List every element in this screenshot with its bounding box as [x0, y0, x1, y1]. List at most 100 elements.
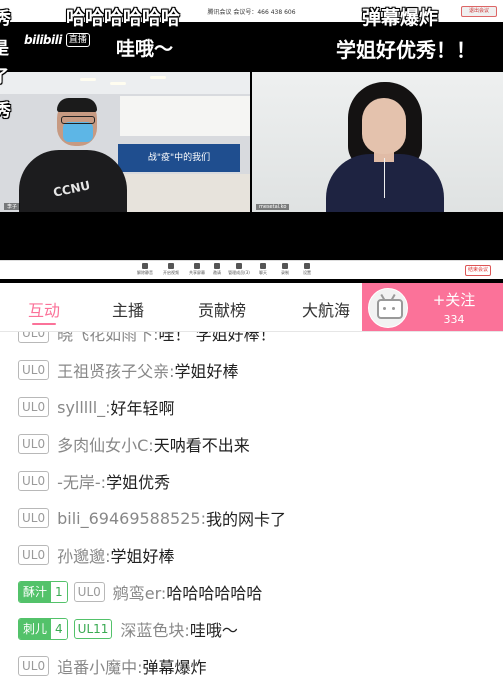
username-text: 王祖贤孩子父亲: [57, 362, 170, 381]
username[interactable]: 晓飞花如雨下:: [57, 332, 158, 345]
list-item: UL0 孙邈邈: 学姐好棒: [18, 544, 175, 566]
toolbar-label: 设置: [303, 270, 311, 275]
username[interactable]: sylllll_:: [57, 398, 110, 417]
user-level-badge: UL0: [18, 545, 50, 565]
fan-medal-name: 酥汁: [19, 582, 52, 602]
body: [326, 154, 444, 212]
message-text: 哈哈哈哈哈哈: [166, 584, 263, 603]
username[interactable]: bili_69469588525:: [57, 509, 206, 528]
username-text: -无岸-: [57, 473, 101, 492]
message-text: 学姐优秀: [106, 473, 171, 492]
toolbar-label: 录制: [281, 270, 289, 275]
toolbar-label: 开启视频: [163, 270, 179, 275]
tv-mascot-icon: [377, 299, 403, 319]
username[interactable]: 多肉仙女小C:: [57, 432, 154, 456]
fan-medal[interactable]: 酥汁 1: [18, 581, 68, 603]
danmaku-comment: 弹幕爆炸: [362, 7, 439, 29]
hair: [57, 98, 97, 112]
username[interactable]: 追番小魔中:: [57, 654, 142, 677]
pane-label-right: mesetal.ko: [256, 204, 290, 210]
danmaku-comment: 秀: [0, 9, 11, 29]
earphone-wire: [384, 158, 385, 198]
toolbar-item-chat: 聊天: [252, 263, 274, 276]
username-text: 孙邈邈: [57, 547, 106, 566]
danmaku-comment: 是: [0, 39, 9, 59]
username[interactable]: -无岸-:: [57, 469, 106, 493]
pane-label-left: 李子: [4, 203, 21, 210]
tab-anchor[interactable]: 主播: [112, 297, 144, 321]
username-text: 深蓝色块: [120, 621, 185, 640]
student-person: CCNU: [5, 98, 127, 212]
desk: [120, 174, 250, 212]
username-text: 鹓鸾er: [112, 584, 161, 603]
user-level-badge: UL0: [18, 360, 50, 380]
tab-underline: [32, 323, 56, 325]
user-level-badge: UL0: [18, 471, 50, 491]
video-pane-left: 战"疫"中的我们 CCNU 李子: [0, 72, 250, 212]
toolbar-label: 聊天: [259, 270, 267, 275]
list-item: UL0 bili_69469588525: 我的网卡了: [18, 507, 286, 529]
danmaku-comment: 哈哈哈哈哈哈: [66, 7, 181, 29]
chat-list[interactable]: UL0 晓飞花如雨下: 哇！ 学姐好棒！ UL0 王祖贤孩子父亲: 学姐好棒 U…: [0, 332, 503, 677]
meeting-end-button: 结束会议: [465, 265, 491, 276]
username[interactable]: 鹓鸾er:: [113, 580, 167, 604]
user-level-badge: UL11: [73, 619, 113, 639]
toolbar-item-video: 开启视频: [160, 263, 182, 276]
record-icon: [282, 263, 288, 269]
tab-guard[interactable]: 大航海: [302, 297, 350, 321]
face: [362, 98, 406, 154]
ceiling-light: [110, 82, 126, 85]
tv-eye: [383, 307, 386, 310]
toolbar-label: 管理成员(3): [228, 270, 250, 275]
message-text: 哇哦～: [189, 621, 238, 640]
banner: 战"疫"中的我们: [118, 144, 240, 172]
avatar[interactable]: [368, 288, 408, 328]
list-item: UL0 多肉仙女小C: 天呐看不出来: [18, 433, 250, 455]
list-item: UL0 sylllll_: 好年轻啊: [18, 396, 175, 418]
fan-medal-level: 1: [51, 582, 67, 602]
danmaku-comment: 学姐好优秀！！: [336, 38, 476, 62]
follow-button[interactable]: +关注 334: [362, 283, 503, 331]
tab-contribution[interactable]: 贡献榜: [198, 297, 246, 321]
mic-icon: [142, 263, 148, 269]
video-player[interactable]: 腾讯会议 会议号：466 438 606 退出会议 战"疫"中的我们 CCNU …: [0, 0, 503, 283]
live-badge: 直播: [65, 33, 90, 47]
toolbar-item-mute: 解除静音: [134, 263, 156, 276]
ceiling-light: [80, 78, 96, 81]
follow-label: +关注: [432, 291, 476, 309]
user-level-badge: UL0: [18, 332, 50, 343]
gear-icon: [304, 263, 310, 269]
user-level-badge: UL0: [18, 434, 50, 454]
message-text: 弹幕爆炸: [142, 658, 207, 677]
toolbar-item-members: 管理成员(3): [228, 263, 250, 276]
message-text: 天呐看不出来: [153, 436, 250, 455]
follower-count: 334: [443, 313, 465, 326]
message-text: 我的网卡了: [205, 510, 286, 529]
username-text: 多肉仙女小C: [57, 436, 149, 455]
user-level-badge: UL0: [73, 582, 105, 602]
list-item: UL0 追番小魔中: 弹幕爆炸: [18, 655, 207, 677]
message-text: 学姐好棒: [110, 547, 175, 566]
user-level-badge: UL0: [18, 656, 50, 676]
danmaku-comment: 哇哦〜: [116, 38, 174, 60]
username-text: sylllll_: [57, 397, 106, 417]
user-level-badge: UL0: [18, 397, 50, 417]
ceiling-light: [150, 76, 166, 79]
username-text: bili_69469588525: [57, 508, 201, 528]
toolbar-label: 邀请: [213, 270, 221, 275]
username[interactable]: 王祖贤孩子父亲:: [57, 358, 174, 382]
username-text: 晓飞花如雨下: [57, 332, 154, 344]
face-mask: [63, 122, 93, 142]
meeting-exit-top-button: 退出会议: [461, 6, 497, 17]
logo-text: bilibili: [24, 33, 62, 47]
toolbar-item-record: 录制: [274, 263, 296, 276]
message-text: 好年轻啊: [110, 399, 175, 418]
toolbar-item-share: 共享屏幕: [186, 263, 208, 276]
members-icon: [236, 263, 242, 269]
username[interactable]: 深蓝色块:: [120, 617, 189, 641]
chat-icon: [260, 263, 266, 269]
tab-interaction[interactable]: 互动: [28, 297, 60, 321]
fan-medal[interactable]: 刺儿 4: [18, 618, 68, 640]
username[interactable]: 孙邈邈:: [57, 543, 110, 567]
username-text: 追番小魔中: [57, 658, 138, 677]
